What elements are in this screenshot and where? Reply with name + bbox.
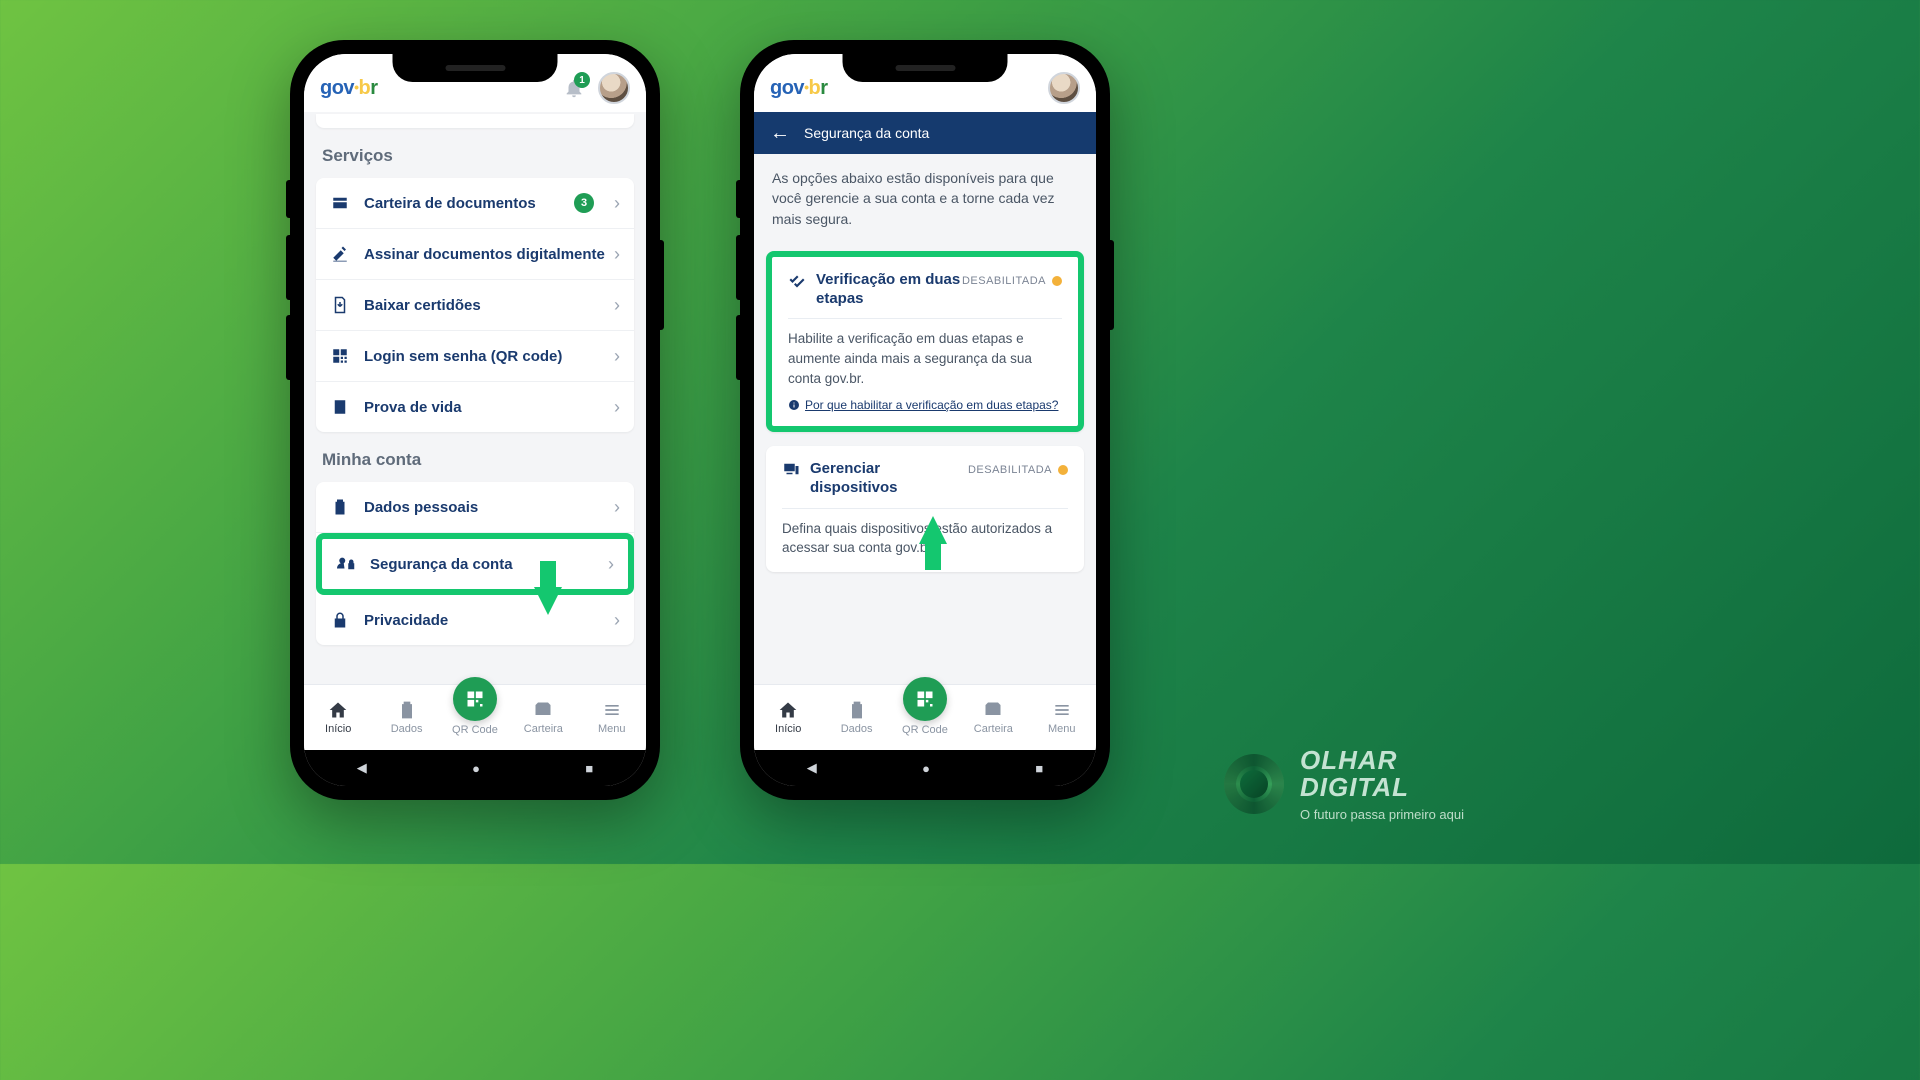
- notifications-count-badge: 1: [574, 72, 590, 88]
- nav-qr-code[interactable]: QR Code: [891, 699, 959, 736]
- previous-card-stub: [316, 114, 634, 128]
- avatar[interactable]: [1048, 72, 1080, 104]
- qr-fab-icon: [903, 677, 947, 721]
- lock-icon: [330, 610, 350, 630]
- status-badge: DESABILITADA: [962, 275, 1062, 287]
- account-label: Segurança da conta: [370, 556, 513, 573]
- service-label: Carteira de documentos: [364, 195, 536, 212]
- account-item-privacy[interactable]: Privacidade ›: [316, 595, 634, 645]
- account-item-security[interactable]: Segurança da conta ›: [316, 533, 634, 595]
- status-dot-icon: [1052, 276, 1062, 286]
- chevron-right-icon: ›: [614, 397, 620, 418]
- clipboard-icon: [330, 497, 350, 517]
- sub-header-title: Segurança da conta: [804, 125, 929, 141]
- double-check-icon: [788, 271, 806, 294]
- softkey-recent-icon[interactable]: ■: [1035, 761, 1043, 776]
- user-lock-icon: [336, 554, 356, 574]
- nav-menu[interactable]: Menu: [1028, 700, 1096, 735]
- devices-title: Gerenciar dispositivos: [810, 460, 960, 498]
- devices-icon: [782, 460, 800, 483]
- servicos-card: Carteira de documentos 3 › Assinar docum…: [316, 178, 634, 432]
- nav-qr-code[interactable]: QR Code: [441, 699, 509, 736]
- govbr-logo: gov•br: [320, 77, 377, 100]
- minha-conta-card: Dados pessoais › Segurança da conta › Pr…: [316, 482, 634, 645]
- two-step-verification-card[interactable]: Verificação em duas etapas DESABILITADA …: [766, 251, 1084, 432]
- account-label: Privacidade: [364, 612, 448, 629]
- nav-dados[interactable]: Dados: [822, 700, 890, 735]
- nav-carteira[interactable]: Carteira: [959, 700, 1027, 735]
- service-label: Login sem senha (QR code): [364, 348, 562, 365]
- nav-dados[interactable]: Dados: [372, 700, 440, 735]
- two-step-title: Verificação em duas etapas: [816, 271, 966, 309]
- chevron-right-icon: ›: [614, 193, 620, 214]
- softkey-home-icon[interactable]: ●: [922, 761, 930, 776]
- two-step-body: Habilite a verificação em duas etapas e …: [788, 329, 1062, 388]
- chevron-right-icon: ›: [614, 497, 620, 518]
- two-step-help-link[interactable]: Por que habilitar a verificação em duas …: [788, 398, 1062, 412]
- highlight-arrow-up-icon: [919, 516, 947, 544]
- olhar-digital-logo-icon: [1224, 754, 1284, 814]
- service-label: Baixar certidões: [364, 297, 481, 314]
- brand-tagline: O futuro passa primeiro aqui: [1300, 807, 1464, 822]
- service-item-qr-login[interactable]: Login sem senha (QR code) ›: [316, 331, 634, 382]
- id-icon: [330, 397, 350, 417]
- screen-right: gov•br ← Segurança da conta As opções ab…: [754, 54, 1096, 786]
- screen-left: gov•br 1 Serviços Carteira de documentos…: [304, 54, 646, 786]
- nav-inicio[interactable]: Início: [304, 700, 372, 735]
- chevron-right-icon: ›: [614, 610, 620, 631]
- android-softkeys: ◀ ● ■: [304, 750, 646, 786]
- download-doc-icon: [330, 295, 350, 315]
- account-label: Dados pessoais: [364, 499, 478, 516]
- notifications-bell-icon[interactable]: 1: [562, 76, 586, 100]
- content-left: Serviços Carteira de documentos 3 › Assi…: [304, 112, 646, 684]
- service-label: Prova de vida: [364, 399, 462, 416]
- phone-mockup-right: gov•br ← Segurança da conta As opções ab…: [740, 40, 1110, 800]
- section-title-servicos: Serviços: [316, 128, 634, 178]
- service-item-documents-wallet[interactable]: Carteira de documentos 3 ›: [316, 178, 634, 229]
- qr-icon: [330, 346, 350, 366]
- back-arrow-icon[interactable]: ←: [770, 122, 790, 145]
- wallet-card-icon: [330, 193, 350, 213]
- section-title-minha-conta: Minha conta: [316, 432, 634, 482]
- nav-menu[interactable]: Menu: [578, 700, 646, 735]
- brand-name-2: DIGITAL: [1300, 772, 1464, 803]
- service-item-download-certs[interactable]: Baixar certidões ›: [316, 280, 634, 331]
- nav-carteira[interactable]: Carteira: [509, 700, 577, 735]
- security-intro-text: As opções abaixo estão disponíveis para …: [766, 154, 1084, 237]
- notch: [393, 54, 558, 82]
- chevron-right-icon: ›: [614, 346, 620, 367]
- service-label: Assinar documentos digitalmente: [364, 246, 605, 263]
- android-softkeys: ◀ ● ■: [754, 750, 1096, 786]
- status-badge: DESABILITADA: [968, 464, 1068, 476]
- notch: [843, 54, 1008, 82]
- account-item-personal-data[interactable]: Dados pessoais ›: [316, 482, 634, 533]
- chevron-right-icon: ›: [614, 244, 620, 265]
- service-item-sign-documents[interactable]: Assinar documentos digitalmente ›: [316, 229, 634, 280]
- softkey-back-icon[interactable]: ◀: [357, 760, 367, 776]
- olhar-digital-brand: OLHAR DIGITAL O futuro passa primeiro aq…: [1224, 745, 1464, 822]
- phone-mockup-left: gov•br 1 Serviços Carteira de documentos…: [290, 40, 660, 800]
- highlight-arrow-down-icon: [534, 587, 562, 615]
- nav-inicio[interactable]: Início: [754, 700, 822, 735]
- content-right: As opções abaixo estão disponíveis para …: [754, 154, 1096, 684]
- documents-count-badge: 3: [574, 193, 594, 213]
- softkey-back-icon[interactable]: ◀: [807, 760, 817, 776]
- govbr-logo: gov•br: [770, 77, 827, 100]
- sub-header-security: ← Segurança da conta: [754, 112, 1096, 154]
- bottom-nav: Início Dados QR Code Carteira Menu: [304, 684, 646, 750]
- bottom-nav: Início Dados QR Code Carteira Menu: [754, 684, 1096, 750]
- status-dot-icon: [1058, 465, 1068, 475]
- info-icon: [788, 399, 800, 411]
- signature-icon: [330, 244, 350, 264]
- softkey-home-icon[interactable]: ●: [472, 761, 480, 776]
- qr-fab-icon: [453, 677, 497, 721]
- avatar[interactable]: [598, 72, 630, 104]
- softkey-recent-icon[interactable]: ■: [585, 761, 593, 776]
- service-item-proof-of-life[interactable]: Prova de vida ›: [316, 382, 634, 432]
- chevron-right-icon: ›: [608, 554, 614, 575]
- chevron-right-icon: ›: [614, 295, 620, 316]
